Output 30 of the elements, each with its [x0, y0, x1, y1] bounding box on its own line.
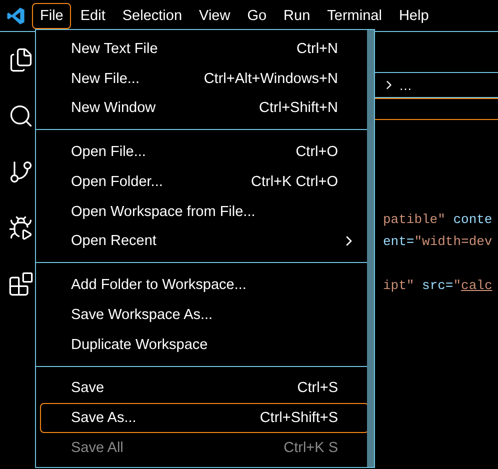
- menu-title[interactable]: View: [191, 2, 238, 28]
- menu-title[interactable]: Run: [276, 2, 318, 28]
- menu-item[interactable]: Save Ctrl+S: [40, 374, 369, 404]
- menu-item[interactable]: Open Folder... Ctrl+K Ctrl+O: [40, 167, 369, 197]
- menu-item[interactable]: Save As... Ctrl+Shift+S: [40, 403, 369, 434]
- code-line: ipt" src="calc: [383, 278, 492, 292]
- menu-item[interactable]: Open Workspace from File...: [40, 196, 369, 227]
- files-icon[interactable]: [8, 47, 34, 73]
- menu-title[interactable]: Terminal: [319, 2, 390, 28]
- menu-title[interactable]: Help: [390, 2, 437, 28]
- menu-item[interactable]: Duplicate Workspace: [40, 330, 369, 360]
- menu-item[interactable]: Open File... Ctrl+O: [40, 137, 369, 168]
- menu-item[interactable]: Open Recent: [40, 226, 369, 256]
- bug-play-icon[interactable]: [8, 215, 34, 241]
- breadcrumb-item[interactable]: …: [399, 78, 412, 92]
- menu-title[interactable]: Selection: [114, 2, 190, 28]
- app-logo-icon: [6, 6, 26, 26]
- menu-item[interactable]: New Window Ctrl+Shift+N: [40, 94, 369, 124]
- code-line: patible" conte: [383, 212, 492, 226]
- menu-item[interactable]: Add Folder to Workspace...: [40, 270, 369, 300]
- menu-title[interactable]: Edit: [72, 2, 114, 28]
- menu-item[interactable]: Save Workspace As...: [40, 300, 369, 330]
- menu-item[interactable]: New Text File Ctrl+N: [40, 34, 369, 64]
- menu-item[interactable]: New File... Ctrl+Alt+Windows+N: [40, 64, 369, 94]
- search-icon[interactable]: [8, 103, 34, 129]
- scrollbar[interactable]: [367, 30, 374, 467]
- menu-title[interactable]: Go: [239, 2, 275, 28]
- blocks-icon[interactable]: [8, 271, 34, 297]
- branch-icon[interactable]: [8, 159, 34, 185]
- code-line: ent="width=dev: [383, 234, 492, 248]
